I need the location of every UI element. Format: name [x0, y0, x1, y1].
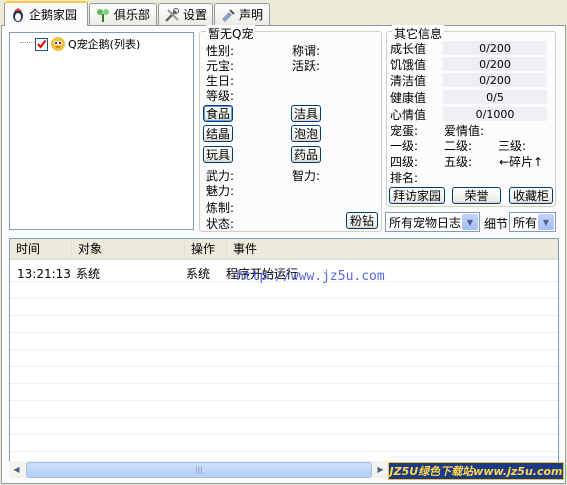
- level1-label: 一级:: [390, 139, 419, 153]
- growth-bar: 0/200: [443, 41, 547, 55]
- chevron-down-icon[interactable]: ▼: [462, 214, 478, 230]
- check-icon: [37, 39, 47, 49]
- table-row-empty: [10, 333, 558, 350]
- cell-object: 系统: [76, 267, 101, 281]
- tab-label: 设置: [183, 8, 208, 22]
- column-header-time[interactable]: 时间: [10, 239, 72, 260]
- tab-label: 俱乐部: [114, 8, 151, 22]
- cell-time: 13:21:13: [17, 266, 71, 281]
- medicine-button[interactable]: 药品: [291, 146, 321, 163]
- mood-label: 心情值: [390, 108, 427, 122]
- scroll-right-icon[interactable]: ▶: [373, 461, 388, 478]
- pet-info-title: 暂无Q宠: [206, 25, 256, 42]
- table-row-empty: [10, 367, 558, 384]
- pink-diamond-button[interactable]: 粉钻: [346, 212, 378, 229]
- collection-button[interactable]: 收藏柜: [509, 187, 553, 204]
- bubble-button[interactable]: 泡泡: [291, 125, 321, 142]
- tab-label: 企鹅家园: [29, 8, 78, 22]
- detail-filter-select[interactable]: 所有 ▼: [509, 212, 556, 232]
- clean-button[interactable]: 洁具: [291, 105, 321, 122]
- horizontal-scrollbar[interactable]: ◀ ||| ▶: [9, 461, 389, 478]
- table-row-empty: [10, 401, 558, 418]
- tab-settings[interactable]: 设置: [158, 3, 213, 25]
- tab-penguin-home[interactable]: 企鹅家园: [4, 1, 88, 26]
- penguin-group-icon: [50, 36, 66, 52]
- cell-action: 系统: [186, 267, 211, 281]
- refine-label: 炼制:: [206, 201, 235, 215]
- club-icon: [95, 7, 111, 23]
- hunger-label: 饥饿值: [390, 58, 427, 72]
- detail-filter-value: 所有: [513, 215, 538, 230]
- table-row-empty: [10, 350, 558, 367]
- penguin-icon: [10, 7, 26, 23]
- pet-tree[interactable]: Q宠企鹅(列表): [9, 32, 194, 230]
- table-row-empty: [10, 299, 558, 316]
- tools-icon: [164, 7, 180, 23]
- tab-club[interactable]: 俱乐部: [89, 3, 157, 25]
- tree-root-label: Q宠企鹅(列表): [68, 38, 141, 51]
- chevron-down-icon[interactable]: ▼: [538, 214, 554, 230]
- level5-label: 五级:: [444, 155, 473, 169]
- statement-icon: [220, 7, 236, 23]
- level-label: 等级:: [206, 89, 235, 103]
- visit-home-button[interactable]: 拜访家园: [389, 187, 445, 204]
- table-row-empty: [10, 418, 558, 435]
- watermark-banner: JZ5U绿色下载站www.jz5u.com: [388, 462, 564, 480]
- level3-label: 三级:: [498, 139, 527, 153]
- column-header-object[interactable]: 对象: [72, 239, 185, 260]
- table-row-empty: [10, 384, 558, 401]
- column-header-event[interactable]: 事件: [227, 239, 558, 260]
- column-header-action[interactable]: 操作: [185, 239, 227, 260]
- food-button[interactable]: 食品: [203, 105, 233, 122]
- intellect-label: 智力:: [292, 169, 321, 183]
- scroll-left-icon[interactable]: ◀: [9, 461, 24, 478]
- log-list[interactable]: 时间 对象 操作 事件 13:21:13 系统 系统 程序开始运行 http:/…: [9, 238, 559, 478]
- crystal-button[interactable]: 结晶: [203, 125, 233, 142]
- tab-label: 声明: [239, 8, 264, 22]
- honor-button[interactable]: 荣誉: [452, 187, 501, 204]
- tree-line: [20, 42, 34, 43]
- scroll-thumb[interactable]: |||: [26, 462, 372, 478]
- rank-label: 排名:: [390, 171, 419, 185]
- active-label: 活跃:: [292, 59, 321, 73]
- tab-bar: 企鹅家园 俱乐部 设置 声明: [0, 0, 567, 26]
- detail-label: 细节: [484, 217, 509, 231]
- clean-bar: 0/200: [443, 73, 547, 87]
- level4-label: 四级:: [390, 155, 419, 169]
- tree-root-item[interactable]: Q宠企鹅(列表): [35, 36, 140, 52]
- fragment-label: ←碎片↑: [499, 155, 544, 169]
- health-label: 健康值: [390, 91, 427, 105]
- growth-label: 成长值: [390, 42, 427, 56]
- log-filter-select[interactable]: 所有宠物日志 ▼: [385, 212, 480, 232]
- health-bar: 0/5: [443, 90, 547, 104]
- charm-label: 魅力:: [206, 184, 235, 198]
- table-row-empty: [10, 282, 558, 299]
- log-filter-value: 所有宠物日志: [389, 215, 462, 230]
- tree-root-checkbox[interactable]: [35, 37, 48, 51]
- watermark-url: http://www.jz5u.com: [236, 269, 385, 284]
- table-row-empty: [10, 316, 558, 333]
- hunger-bar: 0/200: [443, 57, 547, 71]
- clean-value-label: 清洁值: [390, 74, 427, 88]
- tab-statement[interactable]: 声明: [214, 3, 270, 25]
- level2-label: 二级:: [444, 139, 473, 153]
- toy-button[interactable]: 玩具: [203, 146, 233, 163]
- status-label: 状态:: [206, 217, 235, 231]
- mood-bar: 0/1000: [443, 107, 547, 121]
- table-row-empty: [10, 435, 558, 452]
